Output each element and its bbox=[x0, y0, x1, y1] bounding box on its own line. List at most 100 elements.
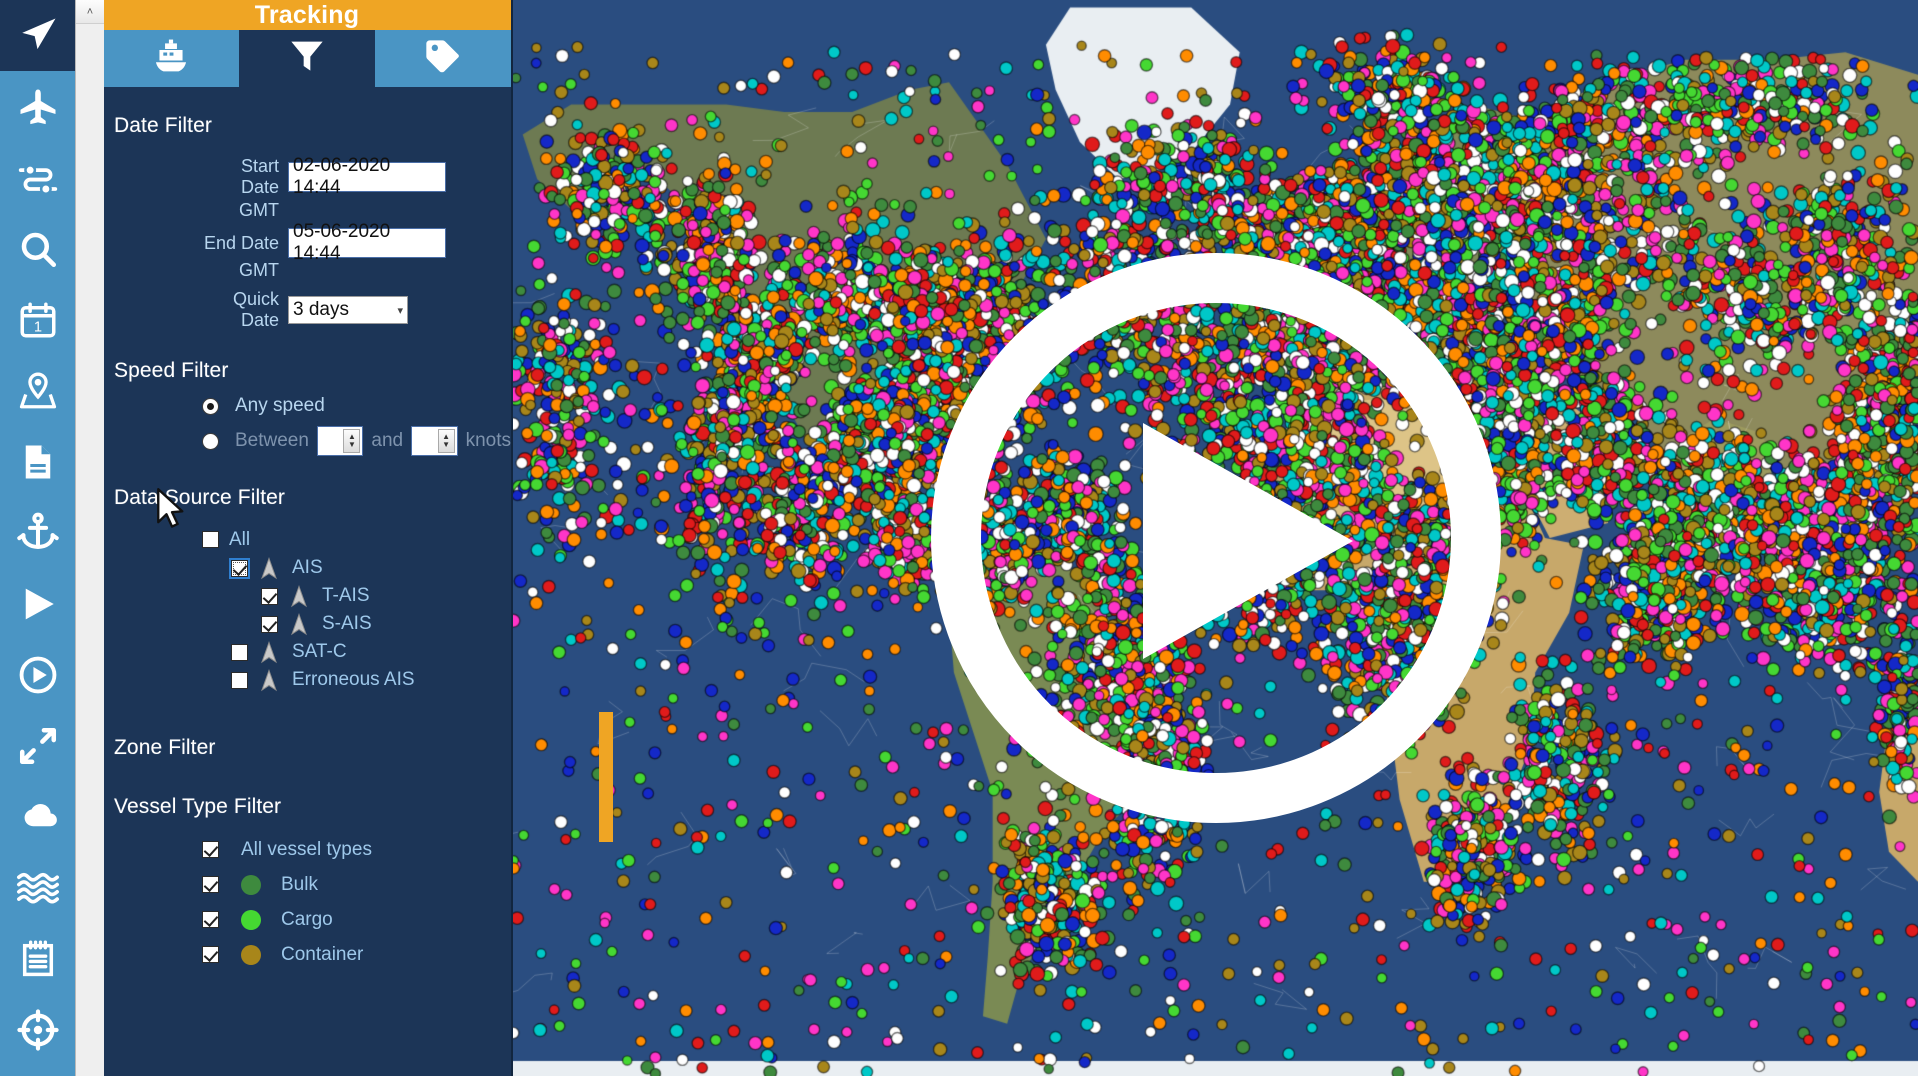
between-label: Between bbox=[235, 430, 309, 451]
rail-item-document[interactable] bbox=[0, 426, 75, 497]
world-map[interactable] bbox=[513, 0, 1918, 1076]
min-speed-stepper[interactable]: ▲ ▼ bbox=[316, 426, 364, 456]
tracking-panel: Tracking Date Filter Start Date 02-06-20… bbox=[103, 0, 513, 1076]
max-speed-spin-buttons[interactable]: ▲ ▼ bbox=[437, 429, 455, 453]
scroll-up-arrow[interactable]: ˄ bbox=[76, 0, 104, 24]
data-source-label: SAT-C bbox=[292, 641, 347, 662]
search-icon bbox=[17, 228, 59, 270]
vessel-type-item-container[interactable]: Container bbox=[103, 937, 511, 972]
any-speed-label: Any speed bbox=[235, 395, 325, 416]
start-date-label: Start Date bbox=[240, 156, 279, 197]
vessel-type-item-bulk[interactable]: Bulk bbox=[103, 867, 511, 902]
tab-filter[interactable] bbox=[239, 30, 375, 87]
vessel-marker-icon bbox=[260, 641, 278, 664]
data-source-label: T-AIS bbox=[322, 585, 370, 606]
waves-icon bbox=[15, 865, 61, 911]
start-date-input[interactable]: 02-06-2020 14:44 bbox=[288, 155, 446, 198]
map-orange-indicator bbox=[599, 712, 613, 842]
rail-item-route-sliders[interactable] bbox=[0, 142, 75, 213]
rail-item-map-pin[interactable] bbox=[0, 355, 75, 426]
between-speed-radio[interactable] bbox=[202, 432, 219, 450]
cargo-checkbox[interactable] bbox=[202, 911, 219, 928]
data-source-item-t-ais[interactable]: T-AIS bbox=[103, 582, 511, 610]
zone-filter-heading: Zone Filter bbox=[114, 736, 216, 759]
play-icon bbox=[17, 583, 59, 625]
min-speed-spin-buttons[interactable]: ▲ ▼ bbox=[343, 429, 361, 453]
cloud-icon bbox=[15, 794, 61, 840]
ais-checkbox[interactable] bbox=[229, 557, 250, 579]
rail-item-airplane[interactable] bbox=[0, 71, 75, 142]
data-source-label: All bbox=[229, 528, 251, 550]
rail-item-crosshair-target[interactable] bbox=[0, 994, 75, 1065]
end-date-input[interactable]: 05-06-2020 14:44 bbox=[288, 221, 446, 264]
panel-title: Tracking bbox=[103, 0, 511, 30]
rail-item-cloud[interactable] bbox=[0, 781, 75, 852]
document-icon bbox=[17, 441, 59, 483]
knots-label: knots bbox=[465, 430, 511, 451]
rail-item-play-circle[interactable] bbox=[0, 639, 75, 710]
vessel-type-item-cargo[interactable]: Cargo bbox=[103, 902, 511, 937]
all-vessel-types-checkbox[interactable] bbox=[202, 841, 219, 858]
funnel-icon bbox=[287, 36, 327, 81]
start-date-gmt-label: GMT bbox=[239, 200, 279, 220]
vessel-marker-icon bbox=[290, 585, 308, 608]
data-source-item-ais[interactable]: AIS bbox=[103, 554, 511, 582]
cargo-color-swatch bbox=[241, 909, 261, 930]
vessel-type-label: Container bbox=[281, 943, 364, 965]
data-source-item-all[interactable]: All bbox=[103, 525, 511, 554]
start-date-row: Start Date 02-06-2020 14:44 bbox=[103, 155, 511, 198]
notepad-icon bbox=[17, 938, 59, 980]
airplane-icon bbox=[17, 86, 59, 128]
data-source-label: S-AIS bbox=[322, 613, 372, 634]
end-date-label: End Date bbox=[203, 232, 279, 253]
crosshair-target-icon bbox=[16, 1008, 59, 1051]
vessel-type-label: All vessel types bbox=[241, 838, 372, 860]
calendar-icon: 1 bbox=[17, 299, 59, 341]
rail-item-radar[interactable] bbox=[0, 1065, 75, 1076]
data-source-item-s-ais[interactable]: S-AIS bbox=[103, 610, 511, 638]
data-source-item-sat-c[interactable]: SAT-C bbox=[103, 638, 511, 666]
map-canvas[interactable] bbox=[513, 0, 1918, 1076]
rail-item-notepad[interactable] bbox=[0, 923, 75, 994]
data-source-filter-heading: Data Source Filter bbox=[114, 486, 286, 509]
tab-tag[interactable] bbox=[375, 30, 511, 87]
bulk-checkbox[interactable] bbox=[202, 876, 219, 893]
quick-date-row: Quick Date 3 days ▾ bbox=[103, 289, 511, 331]
erroneous-ais-checkbox[interactable] bbox=[231, 671, 248, 689]
vessel-type-list: All vessel types Bulk Cargo Container bbox=[103, 832, 511, 972]
svg-text:1: 1 bbox=[33, 319, 41, 335]
tab-vessel[interactable] bbox=[103, 30, 239, 87]
between-speed-row[interactable]: Between ▲ ▼ and ▲ ▼ knots bbox=[103, 426, 511, 456]
vessel-type-item-all[interactable]: All vessel types bbox=[103, 832, 511, 867]
t-ais-checkbox[interactable] bbox=[261, 587, 278, 605]
anchor-icon bbox=[16, 511, 60, 555]
sat-c-checkbox[interactable] bbox=[231, 643, 248, 661]
end-date-gmt-label: GMT bbox=[239, 260, 279, 280]
panel-tabs bbox=[103, 30, 511, 87]
all-sources-checkbox[interactable] bbox=[202, 531, 219, 548]
vessel-type-label: Cargo bbox=[281, 908, 333, 930]
rail-item-search[interactable] bbox=[0, 213, 75, 284]
max-speed-stepper[interactable]: ▲ ▼ bbox=[411, 426, 458, 456]
data-source-list: All AIS T-AIS S-AIS SAT-C Erroneous AIS bbox=[103, 525, 511, 694]
rail-item-play[interactable] bbox=[0, 568, 75, 639]
quick-date-select[interactable]: 3 days ▾ bbox=[288, 296, 408, 324]
rail-item-navigation-arrow[interactable] bbox=[0, 0, 75, 71]
data-source-item-erroneous-ais[interactable]: Erroneous AIS bbox=[103, 666, 511, 694]
any-speed-row[interactable]: Any speed bbox=[103, 395, 511, 417]
map-pin-icon bbox=[17, 370, 59, 412]
data-source-label: AIS bbox=[292, 557, 323, 578]
rail-item-anchor[interactable] bbox=[0, 497, 75, 568]
container-checkbox[interactable] bbox=[202, 946, 219, 963]
any-speed-radio[interactable] bbox=[202, 397, 219, 415]
rail-item-calendar[interactable]: 1 bbox=[0, 284, 75, 355]
vessel-marker-icon bbox=[260, 669, 278, 692]
container-color-swatch bbox=[241, 944, 261, 965]
rail-item-waves[interactable] bbox=[0, 852, 75, 923]
scroll-track[interactable] bbox=[76, 24, 104, 1076]
s-ais-checkbox[interactable] bbox=[261, 615, 278, 633]
panel-scrollbar[interactable]: ˄ bbox=[75, 0, 104, 1076]
bulk-color-swatch bbox=[241, 874, 261, 895]
rail-item-expand-arrows[interactable] bbox=[0, 710, 75, 781]
vessel-marker-icon bbox=[290, 613, 308, 636]
